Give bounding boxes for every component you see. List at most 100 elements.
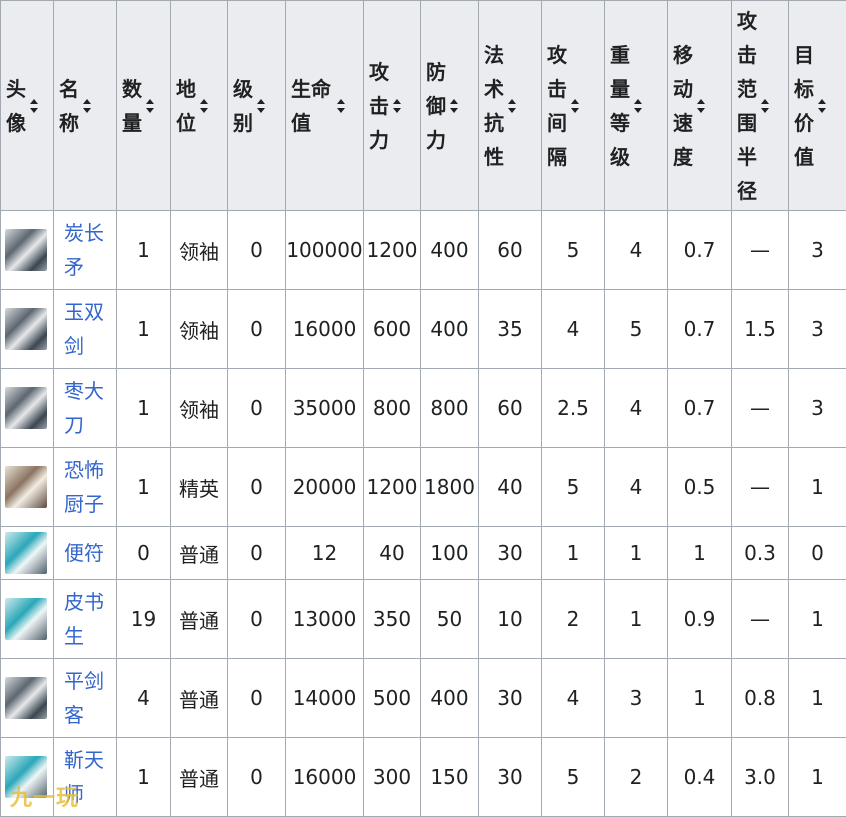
header-row: 头像 名称 数量 地位 级别 生命值 攻击力 防御力 法术抗性 攻击间隔 重量等… xyxy=(1,1,846,211)
level-cell: 0 xyxy=(228,369,286,448)
column-header-attack-interval[interactable]: 攻击间隔 xyxy=(542,1,605,211)
name-cell: 平剑客 xyxy=(54,659,117,738)
enemy-name-link[interactable]: 便符 xyxy=(64,536,110,570)
enemy-avatar[interactable] xyxy=(5,598,47,640)
speed-cell: 0.5 xyxy=(668,448,732,527)
column-header-level[interactable]: 级别 xyxy=(228,1,286,211)
level-cell: 0 xyxy=(228,290,286,369)
avatar-cell xyxy=(1,290,54,369)
level-cell: 0 xyxy=(228,211,286,290)
count-cell: 1 xyxy=(117,369,171,448)
enemy-name-link[interactable]: 枣大刀 xyxy=(64,374,110,442)
sort-arrows-icon xyxy=(146,99,154,113)
enemy-avatar[interactable] xyxy=(5,532,47,574)
target-value-cell: 0 xyxy=(789,527,846,580)
weight-cell: 2 xyxy=(605,738,668,817)
sort-arrows-icon xyxy=(508,99,516,113)
hp-cell: 13000 xyxy=(286,580,364,659)
hp-cell: 100000 xyxy=(286,211,364,290)
range-cell: 3.0 xyxy=(732,738,789,817)
target-value-cell: 1 xyxy=(789,659,846,738)
column-header-avatar[interactable]: 头像 xyxy=(1,1,54,211)
interval-cell: 5 xyxy=(542,448,605,527)
column-header-label: 攻击间隔 xyxy=(547,38,569,174)
weight-cell: 3 xyxy=(605,659,668,738)
column-header-name[interactable]: 名称 xyxy=(54,1,117,211)
attack-cell: 350 xyxy=(364,580,421,659)
count-cell: 1 xyxy=(117,290,171,369)
resistance-cell: 35 xyxy=(479,290,542,369)
rank-cell: 精英 xyxy=(171,448,228,527)
sort-arrows-icon xyxy=(30,99,38,113)
enemy-name-link[interactable]: 皮书生 xyxy=(64,585,110,653)
enemy-avatar[interactable] xyxy=(5,466,47,508)
interval-cell: 2.5 xyxy=(542,369,605,448)
interval-cell: 4 xyxy=(542,659,605,738)
defense-cell: 400 xyxy=(421,211,479,290)
enemy-avatar[interactable] xyxy=(5,308,47,350)
column-header-weight[interactable]: 重量等级 xyxy=(605,1,668,211)
enemy-name-link[interactable]: 炭长矛 xyxy=(64,216,110,284)
table-row: 枣大刀 1 领袖 0 35000 800 800 60 2.5 4 0.7 — … xyxy=(1,369,846,448)
enemy-avatar[interactable] xyxy=(5,229,47,271)
count-cell: 1 xyxy=(117,738,171,817)
column-header-count[interactable]: 数量 xyxy=(117,1,171,211)
resistance-cell: 30 xyxy=(479,738,542,817)
attack-cell: 600 xyxy=(364,290,421,369)
weight-cell: 4 xyxy=(605,211,668,290)
defense-cell: 100 xyxy=(421,527,479,580)
column-header-move-speed[interactable]: 移动速度 xyxy=(668,1,732,211)
hp-cell: 14000 xyxy=(286,659,364,738)
column-header-label: 目标价值 xyxy=(794,38,816,174)
target-value-cell: 3 xyxy=(789,369,846,448)
rank-cell: 领袖 xyxy=(171,211,228,290)
column-header-range[interactable]: 攻击范围半径 xyxy=(732,1,789,211)
attack-cell: 300 xyxy=(364,738,421,817)
enemy-name-link[interactable]: 恐怖厨子 xyxy=(64,453,110,521)
count-cell: 1 xyxy=(117,448,171,527)
hp-cell: 16000 xyxy=(286,738,364,817)
column-header-label: 法术抗性 xyxy=(484,38,506,174)
defense-cell: 1800 xyxy=(421,448,479,527)
resistance-cell: 60 xyxy=(479,211,542,290)
watermark-logo: 九一玩 xyxy=(10,780,79,812)
avatar-cell xyxy=(1,580,54,659)
sort-arrows-icon xyxy=(571,99,579,113)
column-header-hp[interactable]: 生命值 xyxy=(286,1,364,211)
sort-arrows-icon xyxy=(393,99,401,113)
hp-cell: 20000 xyxy=(286,448,364,527)
column-header-defense[interactable]: 防御力 xyxy=(421,1,479,211)
column-header-label: 数量 xyxy=(122,72,144,140)
level-cell: 0 xyxy=(228,580,286,659)
target-value-cell: 1 xyxy=(789,580,846,659)
column-header-resistance[interactable]: 法术抗性 xyxy=(479,1,542,211)
enemy-avatar[interactable] xyxy=(5,387,47,429)
sort-arrows-icon xyxy=(337,99,345,113)
enemy-stats-table: 头像 名称 数量 地位 级别 生命值 攻击力 防御力 法术抗性 攻击间隔 重量等… xyxy=(0,0,846,817)
range-cell: — xyxy=(732,369,789,448)
enemy-avatar[interactable] xyxy=(5,677,47,719)
sort-arrows-icon xyxy=(83,99,91,113)
count-cell: 4 xyxy=(117,659,171,738)
name-cell: 玉双剑 xyxy=(54,290,117,369)
rank-cell: 领袖 xyxy=(171,369,228,448)
sort-arrows-icon xyxy=(761,99,769,113)
column-header-label: 地位 xyxy=(176,72,198,140)
sort-arrows-icon xyxy=(697,99,705,113)
sort-arrows-icon xyxy=(450,99,458,113)
speed-cell: 1 xyxy=(668,659,732,738)
count-cell: 1 xyxy=(117,211,171,290)
column-header-target-value[interactable]: 目标价值 xyxy=(789,1,846,211)
enemy-name-link[interactable]: 玉双剑 xyxy=(64,295,110,363)
range-cell: — xyxy=(732,211,789,290)
interval-cell: 1 xyxy=(542,527,605,580)
target-value-cell: 3 xyxy=(789,290,846,369)
column-header-rank[interactable]: 地位 xyxy=(171,1,228,211)
rank-cell: 普通 xyxy=(171,738,228,817)
name-cell: 恐怖厨子 xyxy=(54,448,117,527)
resistance-cell: 30 xyxy=(479,659,542,738)
name-cell: 便符 xyxy=(54,527,117,580)
column-header-attack[interactable]: 攻击力 xyxy=(364,1,421,211)
enemy-name-link[interactable]: 平剑客 xyxy=(64,664,110,732)
attack-cell: 500 xyxy=(364,659,421,738)
